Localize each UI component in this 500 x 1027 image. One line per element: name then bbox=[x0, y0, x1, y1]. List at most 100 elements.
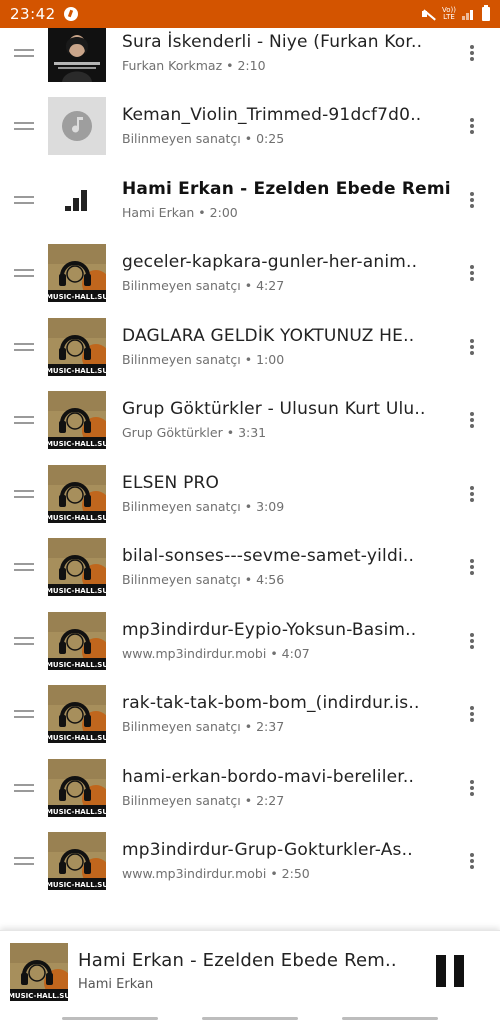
drag-handle-icon[interactable] bbox=[14, 636, 34, 645]
subtitle-separator: • bbox=[240, 498, 257, 514]
track-row[interactable]: MUSIC-HALL.SU geceler-kapkara-gunler-her-… bbox=[0, 237, 500, 311]
status-icons: Vo)) LTE bbox=[422, 5, 490, 21]
track-title: Keman_Violin_Trimmed-91dcf7d0.. bbox=[122, 105, 422, 126]
track-title: DAGLARA GELDİK YOKTUNUZ HE.. bbox=[122, 325, 415, 346]
track-subtitle: Bilinmeyen sanatçı • 2:27 bbox=[122, 792, 452, 810]
track-text: mp3indirdur-Grup-Gokturkler-As.. www.mp3i… bbox=[122, 839, 452, 883]
app-notification-icon bbox=[63, 7, 78, 21]
more-options-icon[interactable] bbox=[470, 632, 474, 649]
track-duration: 1:00 bbox=[256, 351, 285, 367]
track-artist: Bilinmeyen sanatçı bbox=[122, 792, 241, 808]
track-duration: 2:37 bbox=[256, 719, 285, 735]
more-options-icon[interactable] bbox=[470, 779, 474, 796]
more-options-icon[interactable] bbox=[470, 853, 474, 870]
svg-text:MUSIC-HALL.SU: MUSIC-HALL.SU bbox=[48, 808, 106, 816]
status-time: 23:42 bbox=[10, 5, 56, 23]
track-subtitle: Bilinmeyen sanatçı • 2:37 bbox=[122, 718, 452, 736]
track-title: mp3indirdur-Eypio-Yoksun-Basim.. bbox=[122, 619, 417, 640]
pause-button[interactable] bbox=[430, 951, 470, 991]
subtitle-separator: • bbox=[240, 719, 257, 735]
now-playing-bar[interactable]: MUSIC-HALL.SU Hami Erkan - Ezelden Ebede… bbox=[0, 930, 500, 1013]
mute-icon bbox=[422, 8, 436, 20]
track-text: mp3indirdur-Eypio-Yoksun-Basim.. www.mp3i… bbox=[122, 619, 452, 663]
svg-text:MUSIC-HALL.SU: MUSIC-HALL.SU bbox=[10, 992, 68, 1000]
subtitle-separator: • bbox=[240, 572, 257, 588]
track-subtitle: Bilinmeyen sanatçı • 4:56 bbox=[122, 571, 452, 589]
drag-handle-icon[interactable] bbox=[14, 783, 34, 792]
drag-handle-icon[interactable] bbox=[14, 195, 34, 204]
track-row[interactable]: Hami Erkan - Ezelden Ebede Remi.. Hami Er… bbox=[0, 163, 500, 237]
track-artist: Bilinmeyen sanatçı bbox=[122, 572, 241, 588]
track-artist: Bilinmeyen sanatçı bbox=[122, 351, 241, 367]
signal-icon bbox=[462, 8, 476, 20]
drag-handle-icon[interactable] bbox=[14, 857, 34, 866]
more-options-icon[interactable] bbox=[470, 485, 474, 502]
drag-handle-icon[interactable] bbox=[14, 269, 34, 278]
subtitle-separator: • bbox=[194, 204, 210, 220]
album-art bbox=[48, 97, 106, 156]
drag-handle-icon[interactable] bbox=[14, 342, 34, 351]
album-art: MUSIC-HALL.SU bbox=[48, 611, 106, 670]
track-title: Hami Erkan - Ezelden Ebede Remi.. bbox=[122, 178, 452, 199]
svg-text:MUSIC-HALL.SU: MUSIC-HALL.SU bbox=[48, 661, 106, 669]
track-duration: 3:31 bbox=[238, 425, 267, 441]
nav-recents-indicator[interactable] bbox=[62, 1017, 158, 1020]
track-subtitle: Hami Erkan • 2:00 bbox=[122, 204, 452, 222]
track-duration: 2:27 bbox=[256, 792, 285, 808]
track-row[interactable]: MUSIC-HALL.SU rak-tak-tak-bom-bom_(indird… bbox=[0, 678, 500, 752]
drag-handle-icon[interactable] bbox=[14, 710, 34, 719]
track-title: ELSEN PRO bbox=[122, 472, 220, 493]
drag-handle-icon[interactable] bbox=[14, 489, 34, 498]
track-row[interactable]: Keman_Violin_Trimmed-91dcf7d0.. Bilinmeye… bbox=[0, 90, 500, 164]
track-title: Sura İskenderli - Niye (Furkan Kor.. bbox=[122, 31, 423, 52]
track-row[interactable]: MUSIC-HALL.SU mp3indirdur-Eypio-Yoksun-Ba… bbox=[0, 604, 500, 678]
album-art: MUSIC-HALL.SU bbox=[48, 832, 106, 891]
system-nav-bar bbox=[0, 1012, 500, 1027]
track-text: Hami Erkan - Ezelden Ebede Remi.. Hami Er… bbox=[122, 178, 452, 222]
drag-handle-icon[interactable] bbox=[14, 48, 34, 57]
more-options-icon[interactable] bbox=[470, 44, 474, 61]
drag-handle-icon[interactable] bbox=[14, 563, 34, 572]
album-art: MUSIC-HALL.SU bbox=[48, 685, 106, 744]
nav-back-indicator[interactable] bbox=[342, 1017, 438, 1020]
now-playing-title: Hami Erkan - Ezelden Ebede Rem.. bbox=[78, 950, 397, 971]
track-row[interactable]: MUSIC-HALL.SU bilal-sonses---sevme-samet-… bbox=[0, 531, 500, 605]
track-row[interactable]: MUSIC-HALL.SU hami-erkan-bordo-mavi-berel… bbox=[0, 751, 500, 825]
more-options-icon[interactable] bbox=[470, 265, 474, 282]
more-options-icon[interactable] bbox=[470, 118, 474, 135]
track-title: geceler-kapkara-gunler-her-anim.. bbox=[122, 252, 418, 273]
track-title: mp3indirdur-Grup-Gokturkler-As.. bbox=[122, 840, 413, 861]
nav-home-indicator[interactable] bbox=[202, 1017, 298, 1020]
more-options-icon[interactable] bbox=[470, 412, 474, 429]
track-title: rak-tak-tak-bom-bom_(indirdur.is.. bbox=[122, 693, 420, 714]
subtitle-separator: • bbox=[240, 131, 257, 147]
drag-handle-icon[interactable] bbox=[14, 122, 34, 131]
track-text: Sura İskenderli - Niye (Furkan Kor.. Furk… bbox=[122, 31, 452, 75]
track-subtitle: Bilinmeyen sanatçı • 0:25 bbox=[122, 130, 452, 148]
more-options-icon[interactable] bbox=[470, 191, 474, 208]
now-playing-album-art: MUSIC-HALL.SU bbox=[10, 943, 68, 1001]
track-subtitle: www.mp3indirdur.mobi • 2:50 bbox=[122, 865, 452, 883]
more-options-icon[interactable] bbox=[470, 559, 474, 576]
more-options-icon[interactable] bbox=[470, 338, 474, 355]
track-text: ELSEN PRO Bilinmeyen sanatçı • 3:09 bbox=[122, 472, 452, 516]
track-artist: Grup Göktürkler bbox=[122, 425, 223, 441]
track-duration: 2:10 bbox=[237, 57, 266, 73]
track-row[interactable]: Sura İskenderli - Niye (Furkan Kor.. Furk… bbox=[0, 28, 500, 90]
track-duration: 2:50 bbox=[281, 866, 310, 882]
track-row[interactable]: MUSIC-HALL.SU DAGLARA GELDİK YOKTUNUZ HE.… bbox=[0, 310, 500, 384]
track-row[interactable]: MUSIC-HALL.SU ELSEN PRO Bilinmeyen sanatçı… bbox=[0, 457, 500, 531]
track-list-viewport[interactable]: Sura İskenderli - Niye (Furkan Kor.. Furk… bbox=[0, 28, 500, 930]
lte-bottom-label: LTE bbox=[443, 13, 455, 21]
track-row[interactable]: MUSIC-HALL.SU Grup Göktürkler - Ulusun Ku… bbox=[0, 384, 500, 458]
track-text: rak-tak-tak-bom-bom_(indirdur.is.. Bilinm… bbox=[122, 692, 452, 736]
subtitle-separator: • bbox=[240, 278, 257, 294]
svg-text:MUSIC-HALL.SU: MUSIC-HALL.SU bbox=[48, 587, 106, 595]
drag-handle-icon[interactable] bbox=[14, 416, 34, 425]
track-row[interactable]: MUSIC-HALL.SU mp3indirdur-Grup-Gokturkler… bbox=[0, 825, 500, 899]
more-options-icon[interactable] bbox=[470, 706, 474, 723]
track-text: Grup Göktürkler - Ulusun Kurt Ulu.. Grup … bbox=[122, 398, 452, 442]
track-duration: 0:25 bbox=[256, 131, 285, 147]
track-artist: Bilinmeyen sanatçı bbox=[122, 498, 241, 514]
track-subtitle: Bilinmeyen sanatçı • 1:00 bbox=[122, 351, 452, 369]
